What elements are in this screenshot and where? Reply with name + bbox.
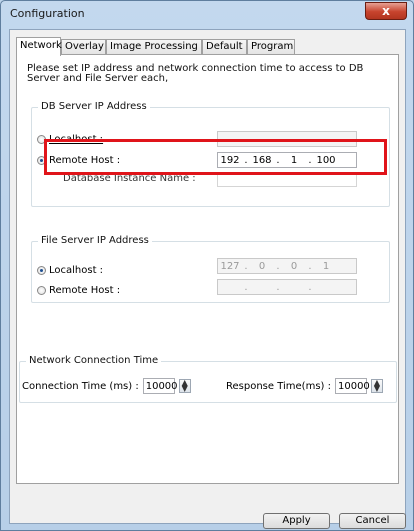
file-remote-ip-field[interactable]: . . . — [217, 279, 357, 295]
db-instance-name-input[interactable] — [217, 173, 357, 187]
db-server-group-title: DB Server IP Address — [38, 101, 150, 112]
tab-overlay[interactable]: Overlay — [61, 39, 106, 54]
apply-button[interactable]: Apply — [263, 513, 330, 529]
file-remote-host-radio[interactable] — [37, 285, 46, 295]
connection-time-spinner[interactable]: ▲ ▼ — [178, 379, 191, 393]
connection-time-input[interactable]: 10000 — [142, 378, 178, 394]
close-icon: x — [382, 4, 390, 18]
intro-text: Please set IP address and network connec… — [27, 63, 364, 84]
response-time-row: Response Time(ms) : 10000 ▲ ▼ — [226, 377, 383, 395]
response-time-label: Response Time(ms) : — [226, 380, 331, 392]
title-bar[interactable]: Configuration x — [1, 1, 413, 27]
network-time-group-title: Network Connection Time — [26, 355, 162, 366]
tab-program[interactable]: Program — [247, 39, 295, 54]
tab-network[interactable]: Network — [16, 37, 62, 56]
connection-time-row: Connection Time (ms) : 10000 ▲ ▼ — [22, 377, 191, 395]
file-localhost-ip-field[interactable]: 127. 0. 0. 1 — [217, 258, 357, 274]
network-tab-panel: Please set IP address and network connec… — [16, 54, 399, 484]
configuration-window: Configuration x Network Overlay Image Pr… — [0, 0, 414, 531]
window-title: Configuration — [10, 7, 85, 20]
tab-image-processing[interactable]: Image Processing — [106, 39, 202, 54]
close-button[interactable]: x — [365, 2, 407, 20]
file-remote-host-option[interactable]: Remote Host : — [37, 283, 120, 297]
connection-time-label: Connection Time (ms) : — [22, 380, 139, 392]
file-remote-host-label: Remote Host : — [49, 284, 121, 296]
tab-default[interactable]: Default — [202, 39, 247, 54]
file-localhost-option[interactable]: Localhost : — [37, 263, 103, 277]
response-time-spinner[interactable]: ▲ ▼ — [370, 379, 383, 393]
file-server-group-title: File Server IP Address — [38, 235, 152, 246]
remote-host-highlight — [44, 139, 387, 175]
dialog-body: Network Overlay Image Processing Default… — [9, 29, 406, 524]
response-time-input[interactable]: 10000 — [334, 378, 370, 394]
file-localhost-radio[interactable] — [37, 265, 46, 275]
file-localhost-label: Localhost : — [49, 264, 104, 276]
cancel-button[interactable]: Cancel — [339, 513, 406, 529]
